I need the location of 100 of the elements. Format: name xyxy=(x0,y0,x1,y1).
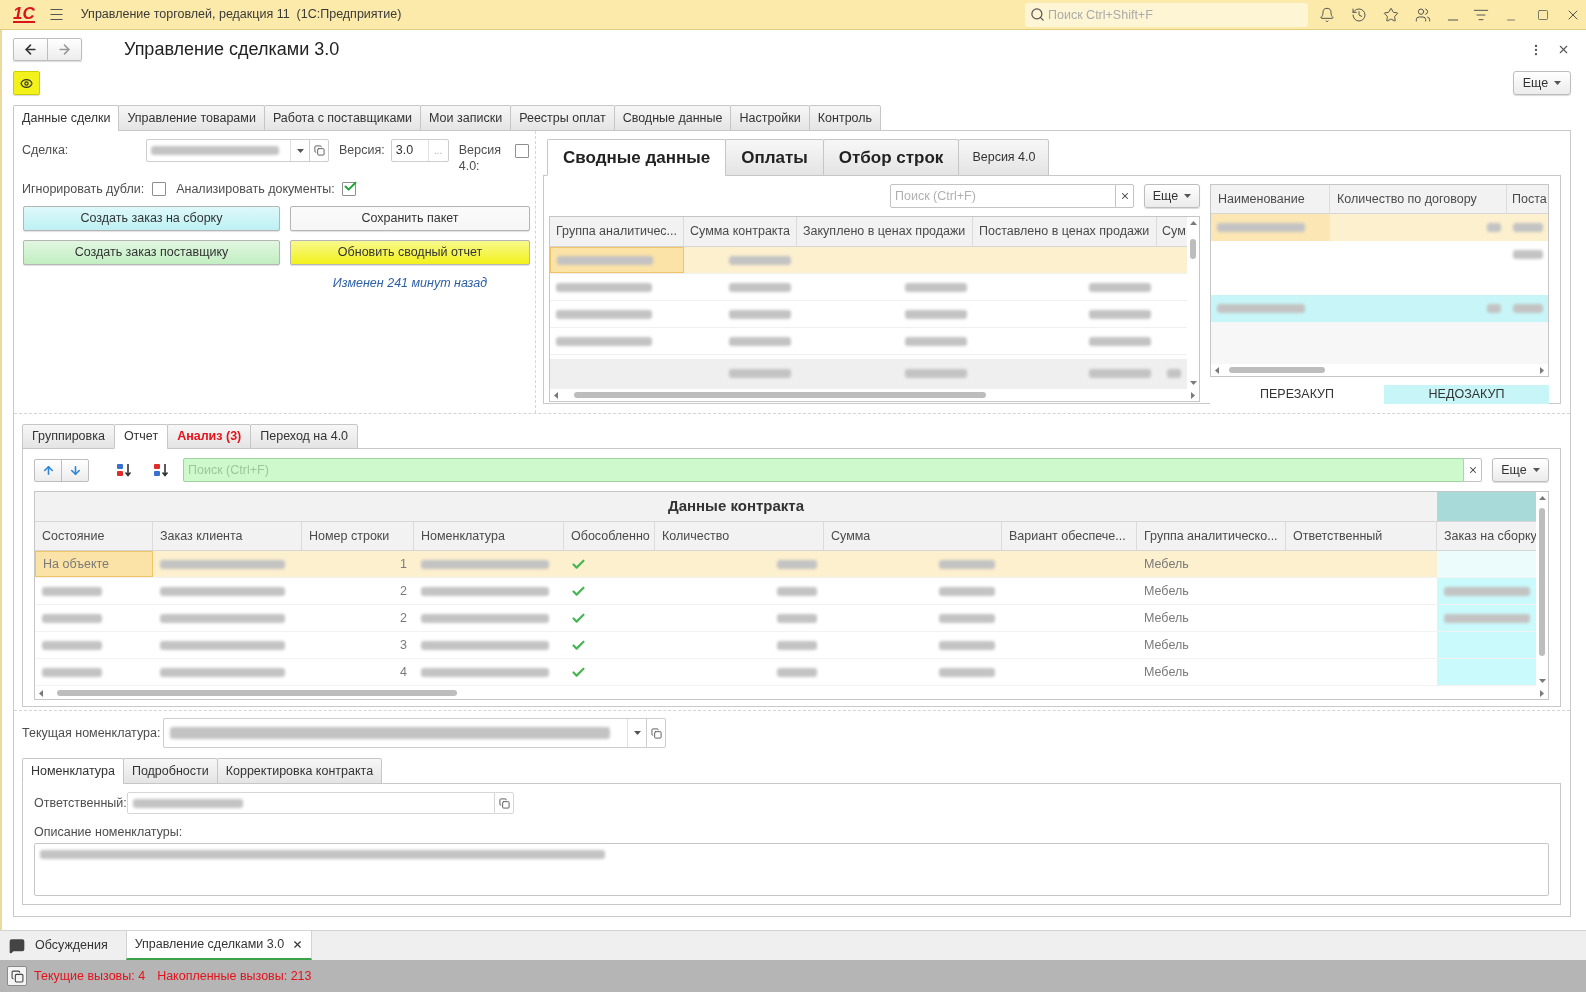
scrollbar-thumb[interactable] xyxy=(574,392,986,398)
taskbar-item[interactable]: Обсуждения xyxy=(0,931,120,960)
scroll-left-icon[interactable] xyxy=(1215,366,1219,374)
more-button[interactable]: Еще xyxy=(1492,458,1549,482)
tab[interactable]: Контроль xyxy=(808,105,882,131)
action-button[interactable]: Создать заказ на сборку xyxy=(23,206,280,231)
action-button[interactable]: Обновить сводный отчет xyxy=(290,240,530,265)
tab[interactable]: Корректировка контракта xyxy=(216,758,383,784)
column-header[interactable]: Поставлено в ценах продажи xyxy=(973,217,1157,246)
table-row[interactable]: 3 Мебель xyxy=(35,632,1536,659)
column-header[interactable]: Ответственный xyxy=(1286,522,1437,550)
responsible-field[interactable] xyxy=(127,792,495,814)
scroll-right-icon[interactable] xyxy=(1540,689,1544,697)
users-icon[interactable] xyxy=(1415,6,1431,23)
scroll-up-icon[interactable] xyxy=(1538,496,1546,500)
column-header[interactable]: Поста xyxy=(1507,185,1548,213)
column-header[interactable]: Сумма xyxy=(824,522,1002,550)
column-header[interactable]: Вариант обеспече... xyxy=(1002,522,1137,550)
horizontal-scrollbar[interactable] xyxy=(1211,364,1548,376)
column-header[interactable]: Состояние xyxy=(35,522,153,550)
tab[interactable]: Управление товарами xyxy=(118,105,265,131)
search-field[interactable]: Поиск (Ctrl+F) xyxy=(890,184,1116,208)
tab[interactable]: Отчет xyxy=(113,424,169,449)
tab[interactable]: Настройки xyxy=(730,105,810,131)
column-header[interactable]: Закуплено в ценах продажи xyxy=(797,217,973,246)
checkbox[interactable] xyxy=(341,182,356,196)
checkbox[interactable] xyxy=(152,182,167,196)
maximize-icon[interactable] xyxy=(1537,8,1549,21)
scroll-down-icon[interactable] xyxy=(1189,381,1197,385)
column-header[interactable]: Номер строки xyxy=(302,522,414,550)
scrollbar-thumb[interactable] xyxy=(1190,239,1196,259)
item-field[interactable] xyxy=(163,718,647,748)
move-down-button[interactable] xyxy=(61,458,89,482)
tab[interactable]: Номенклатура xyxy=(22,758,124,784)
scrollbar-thumb[interactable] xyxy=(1539,508,1545,656)
search-field[interactable]: Поиск Ctrl+Shift+F xyxy=(1025,2,1308,27)
tab[interactable]: Данные сделки xyxy=(13,105,120,131)
table-row[interactable]: 2 Мебель xyxy=(35,605,1536,632)
tab[interactable]: Сводные данные xyxy=(547,139,727,176)
open-button[interactable] xyxy=(494,792,514,814)
checkbox[interactable] xyxy=(515,144,529,158)
tab[interactable]: Подробности xyxy=(122,758,218,784)
more-button[interactable]: Еще xyxy=(1144,184,1200,208)
tab[interactable]: Анализ (3) xyxy=(167,424,252,449)
close-icon[interactable] xyxy=(292,939,304,950)
action-button[interactable]: Сохранить пакет xyxy=(290,206,530,231)
table-cell-text: Мебель xyxy=(1143,609,1190,627)
scrollbar-thumb[interactable] xyxy=(57,690,457,696)
tab[interactable]: Сводные данные xyxy=(613,105,732,131)
tab[interactable]: Мои записки xyxy=(420,105,512,131)
column-header[interactable]: Обособленно xyxy=(564,522,655,550)
column-header[interactable]: Количество по договору xyxy=(1330,185,1507,213)
column-header[interactable]: Заказ на сборку xyxy=(1437,522,1536,550)
column-header[interactable]: Группа аналитическо... xyxy=(1137,522,1286,550)
view-button[interactable] xyxy=(13,71,40,95)
move-up-button[interactable] xyxy=(34,458,62,482)
menu-icon[interactable] xyxy=(47,6,65,23)
star-icon[interactable] xyxy=(1383,6,1399,23)
tab[interactable]: Реестры оплат xyxy=(510,105,615,131)
sort-icon[interactable] xyxy=(153,462,169,478)
version-field[interactable]: 3.0 ... xyxy=(390,139,449,162)
scroll-up-icon[interactable] xyxy=(1189,221,1197,225)
close-icon[interactable] xyxy=(1557,43,1570,56)
deal-field[interactable] xyxy=(146,139,310,162)
tab[interactable]: Оплаты xyxy=(725,139,824,176)
back-button[interactable] xyxy=(13,38,48,61)
table-cell[interactable] xyxy=(1211,214,1330,241)
scroll-left-icon[interactable] xyxy=(554,391,558,399)
table-row[interactable]: 4 Мебель xyxy=(35,659,1536,686)
history-icon[interactable] xyxy=(1351,6,1367,23)
taskbar-tab[interactable]: Управление сделками 3.0 xyxy=(125,931,313,960)
column-header[interactable]: Сум xyxy=(1157,217,1187,246)
column-header[interactable]: Номенклатура xyxy=(414,522,564,550)
tab[interactable]: Отбор строк xyxy=(822,139,960,176)
scroll-left-icon[interactable] xyxy=(39,689,43,697)
sort-icon[interactable] xyxy=(116,462,132,478)
windows-icon[interactable] xyxy=(7,966,27,986)
table-cell[interactable] xyxy=(550,247,684,273)
column-header[interactable]: Количество xyxy=(655,522,824,550)
description-field[interactable] xyxy=(34,843,1549,896)
action-button[interactable]: Создать заказ поставщику xyxy=(23,240,280,265)
column-header[interactable]: Группа аналитичес... xyxy=(550,217,684,246)
bell-icon[interactable] xyxy=(1319,6,1335,23)
table-row[interactable]: 2 Мебель xyxy=(35,578,1536,605)
tab[interactable]: Работа с поставщиками xyxy=(263,105,422,131)
status-text: Текущие вызовы: 4 xyxy=(34,967,146,985)
tab[interactable]: Группировка xyxy=(22,424,115,449)
tab[interactable]: Версия 4.0 xyxy=(958,139,1050,176)
tab[interactable]: Переход на 4.0 xyxy=(250,424,359,449)
more-button[interactable]: Еще xyxy=(1513,71,1571,95)
column-header[interactable]: Заказ клиента xyxy=(153,522,302,550)
scroll-down-icon[interactable] xyxy=(1538,679,1546,683)
scroll-right-icon[interactable] xyxy=(1540,366,1544,374)
column-header[interactable]: Сумма контракта xyxy=(684,217,797,246)
table-cell-text: Мебель xyxy=(1143,636,1190,654)
column-header[interactable]: Наименование xyxy=(1211,185,1330,213)
open-button[interactable] xyxy=(646,718,666,748)
table-row[interactable]: На объекте 1 Мебель xyxy=(35,551,1536,578)
scroll-right-icon[interactable] xyxy=(1191,391,1195,399)
scrollbar-thumb[interactable] xyxy=(1229,367,1325,373)
